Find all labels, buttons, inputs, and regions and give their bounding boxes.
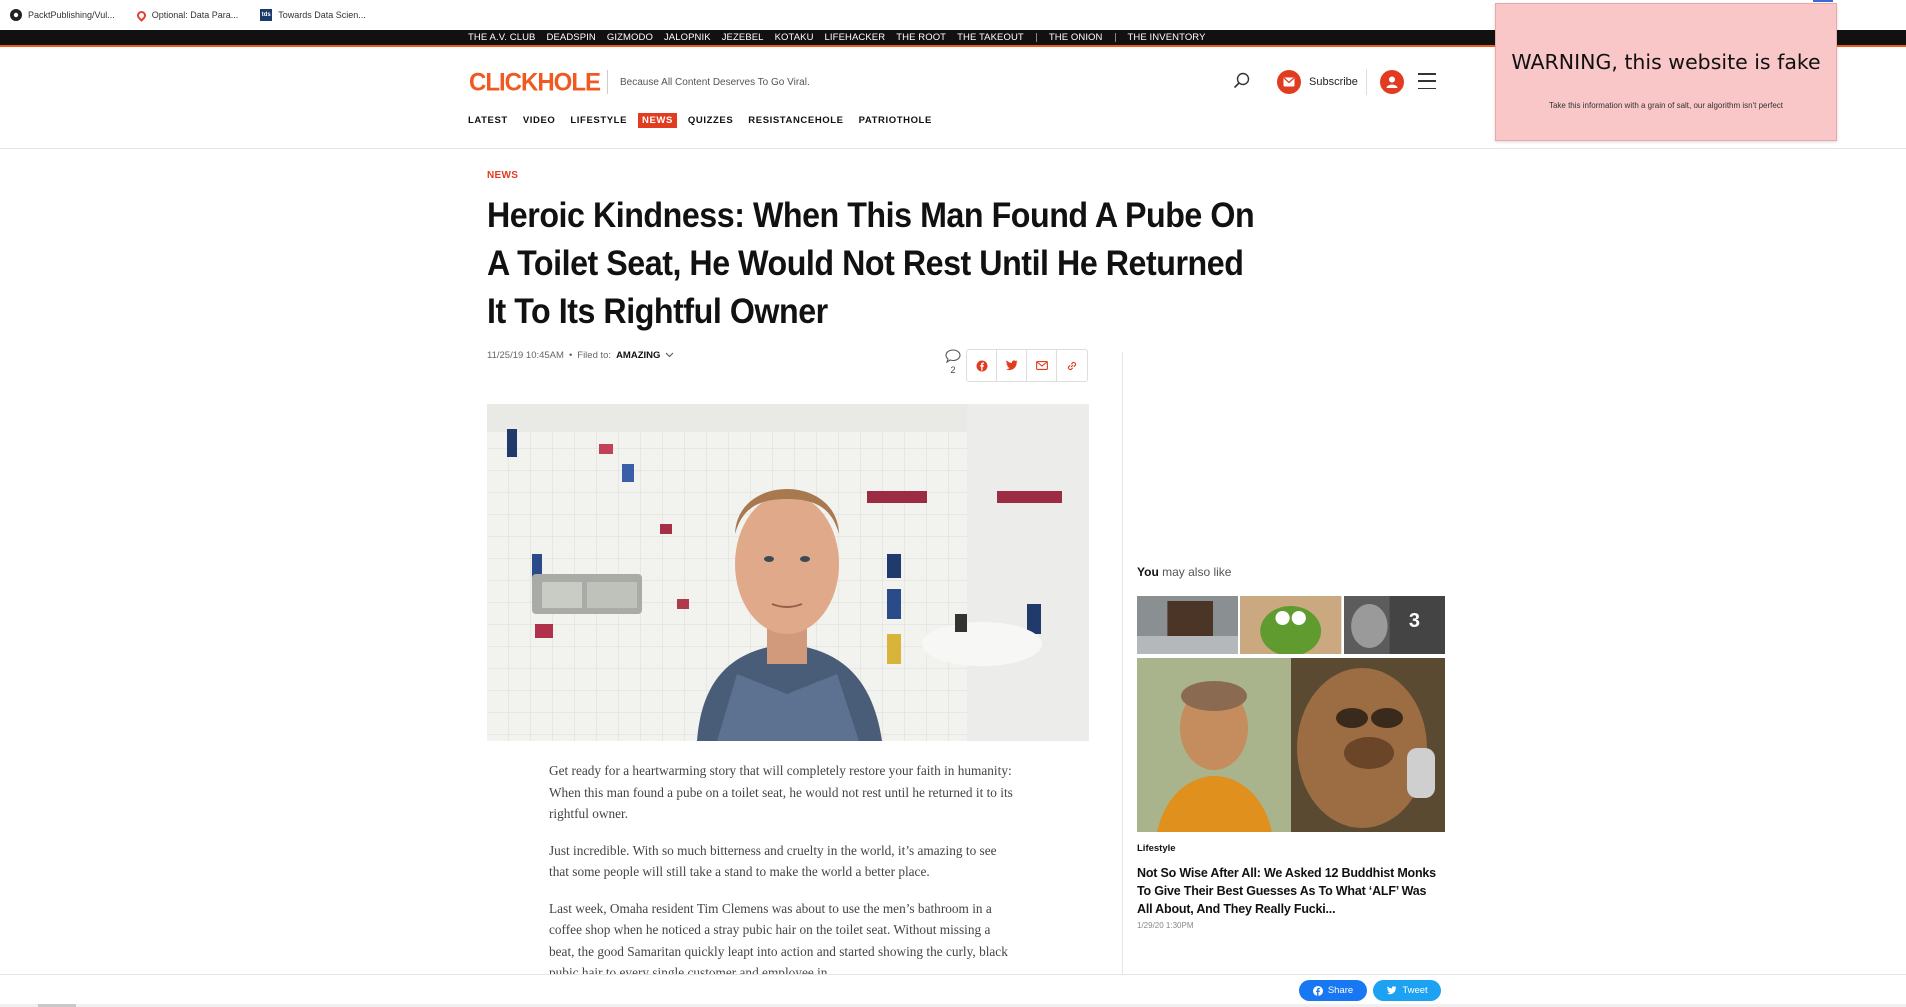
facebook-share-button[interactable] bbox=[967, 350, 997, 381]
hamburger-menu-icon[interactable] bbox=[1418, 73, 1436, 89]
network-link[interactable]: THE INVENTORY bbox=[1128, 32, 1206, 43]
nav-item-resistancehole[interactable]: RESISTANCEHOLE bbox=[748, 113, 843, 128]
network-link[interactable]: DEADSPIN bbox=[546, 32, 595, 43]
bookmark-packtpublishing[interactable]: PacktPublishing/Vul... bbox=[10, 9, 115, 21]
article-headline: Heroic Kindness: When This Man Found A P… bbox=[487, 196, 1255, 331]
share-label: Share bbox=[1327, 985, 1354, 996]
nav-item-lifestyle[interactable]: LIFESTYLE bbox=[570, 113, 627, 128]
site-tagline: Because All Content Deserves To Go Viral… bbox=[620, 77, 810, 88]
site-logo[interactable]: CLICKHOLE bbox=[469, 68, 601, 97]
mail-icon bbox=[1277, 70, 1301, 94]
recommendation-date: 1/29/20 1:30PM bbox=[1137, 921, 1194, 930]
nav-item-patriothole[interactable]: PATRIOTHOLE bbox=[859, 113, 932, 128]
warning-subtitle: Take this information with a grain of sa… bbox=[1548, 101, 1784, 110]
bookmark-towards-data-science[interactable]: tds Towards Data Scien... bbox=[260, 9, 366, 21]
network-link[interactable]: JEZEBEL bbox=[722, 32, 764, 43]
tds-icon: tds bbox=[260, 9, 273, 21]
search-icon[interactable] bbox=[1232, 71, 1252, 91]
network-links: THE A.V. CLUB DEADSPIN GIZMODO JALOPNIK JEZE… bbox=[468, 30, 1217, 45]
bookmark-optional-data[interactable]: Optional: Data Para... bbox=[134, 8, 239, 22]
network-separator bbox=[1114, 33, 1116, 42]
recommendation-thumbnails: 3 bbox=[1137, 596, 1445, 654]
github-icon bbox=[10, 9, 22, 21]
network-link[interactable]: KOTAKU bbox=[775, 32, 814, 43]
opera-icon bbox=[134, 8, 148, 22]
fake-news-warning: WARNING, this website is fake Take this … bbox=[1495, 3, 1837, 141]
comment-bubble-icon bbox=[945, 349, 961, 364]
recommendations-title-rest: may also like bbox=[1158, 565, 1232, 579]
column-divider bbox=[1122, 352, 1123, 976]
comment-count: 2 bbox=[950, 365, 956, 375]
thumbnail[interactable]: 3 bbox=[1343, 596, 1445, 654]
meta-bullet: • bbox=[568, 350, 573, 361]
twitter-share-button[interactable] bbox=[997, 350, 1027, 381]
nav-item-latest[interactable]: LATEST bbox=[468, 113, 508, 128]
article-date[interactable]: 11/25/19 10:45AM bbox=[487, 350, 564, 361]
share-buttons bbox=[966, 349, 1088, 382]
filed-category-link[interactable]: AMAZING bbox=[616, 350, 660, 361]
header-divider bbox=[1366, 69, 1367, 95]
facebook-share-pill[interactable]: Share bbox=[1299, 980, 1367, 1001]
article-hero-image bbox=[487, 404, 1089, 741]
recommendations-title-bold: You bbox=[1137, 565, 1159, 579]
facebook-icon bbox=[1312, 985, 1323, 996]
bookmark-label: PacktPublishing/Vul... bbox=[28, 10, 115, 20]
article-paragraph: Get ready for a heartwarming story that … bbox=[549, 763, 1013, 821]
copy-link-button[interactable] bbox=[1057, 350, 1087, 381]
tweet-label: Tweet bbox=[1402, 985, 1428, 996]
twitter-icon bbox=[1005, 360, 1018, 371]
link-icon bbox=[1067, 361, 1077, 370]
nav-item-news[interactable]: NEWS bbox=[638, 113, 677, 128]
article-kicker[interactable]: NEWS bbox=[487, 170, 518, 181]
nav-item-video[interactable]: VIDEO bbox=[523, 113, 556, 128]
tab-accent bbox=[1813, 0, 1833, 2]
subscribe-button[interactable]: Subscribe bbox=[1277, 70, 1358, 94]
bookmark-label: Optional: Data Para... bbox=[151, 10, 239, 20]
network-link[interactable]: THE ROOT bbox=[896, 32, 946, 43]
twitter-icon bbox=[1387, 986, 1397, 995]
comments-button[interactable]: 2 bbox=[944, 349, 962, 375]
network-link[interactable]: LIFEHACKER bbox=[825, 32, 886, 43]
facebook-icon bbox=[976, 360, 987, 371]
network-separator bbox=[1035, 33, 1037, 42]
subscribe-label: Subscribe bbox=[1309, 76, 1358, 88]
sticky-share-bar: Share Tweet bbox=[0, 974, 1906, 1007]
bookmark-label: Towards Data Scien... bbox=[278, 10, 366, 20]
thumbnail[interactable] bbox=[1240, 596, 1342, 654]
network-link[interactable]: JALOPNIK bbox=[664, 32, 711, 43]
article-body: Get ready for a heartwarming story that … bbox=[549, 760, 1019, 999]
recommendations-title: You may also like bbox=[1137, 565, 1231, 579]
chevron-down-icon[interactable] bbox=[665, 350, 674, 361]
gallery-count: 3 bbox=[1408, 610, 1420, 632]
thumbnail[interactable] bbox=[1137, 596, 1239, 654]
article-meta: 11/25/19 10:45AM • Filed to: AMAZING bbox=[487, 350, 674, 361]
user-icon[interactable] bbox=[1380, 70, 1404, 94]
twitter-tweet-pill[interactable]: Tweet bbox=[1373, 980, 1441, 1001]
network-link[interactable]: THE ONION bbox=[1049, 32, 1103, 43]
article-paragraph: Last week, Omaha resident Tim Clemens wa… bbox=[549, 900, 1008, 981]
logo-divider bbox=[607, 70, 608, 94]
nav-item-quizzes[interactable]: QUIZZES bbox=[688, 113, 733, 128]
network-link[interactable]: THE TAKEOUT bbox=[957, 32, 1024, 43]
recommendation-category[interactable]: Lifestyle bbox=[1137, 843, 1176, 854]
mail-icon bbox=[1035, 361, 1048, 370]
filed-to-label: Filed to: bbox=[577, 350, 612, 361]
recommendation-image[interactable] bbox=[1137, 658, 1445, 832]
section-nav: LATEST VIDEO LIFESTYLE NEWS QUIZZES RESISTANC… bbox=[468, 113, 947, 128]
article-paragraph: Just incredible. With so much bitterness… bbox=[549, 842, 997, 880]
network-link[interactable]: THE A.V. CLUB bbox=[468, 32, 535, 43]
recommendation-headline[interactable]: Not So Wise After All: We Asked 12 Buddh… bbox=[1137, 864, 1442, 918]
warning-title: WARNING, this website is fake bbox=[1511, 50, 1821, 74]
network-link[interactable]: GIZMODO bbox=[607, 32, 653, 43]
email-share-button[interactable] bbox=[1027, 350, 1057, 381]
